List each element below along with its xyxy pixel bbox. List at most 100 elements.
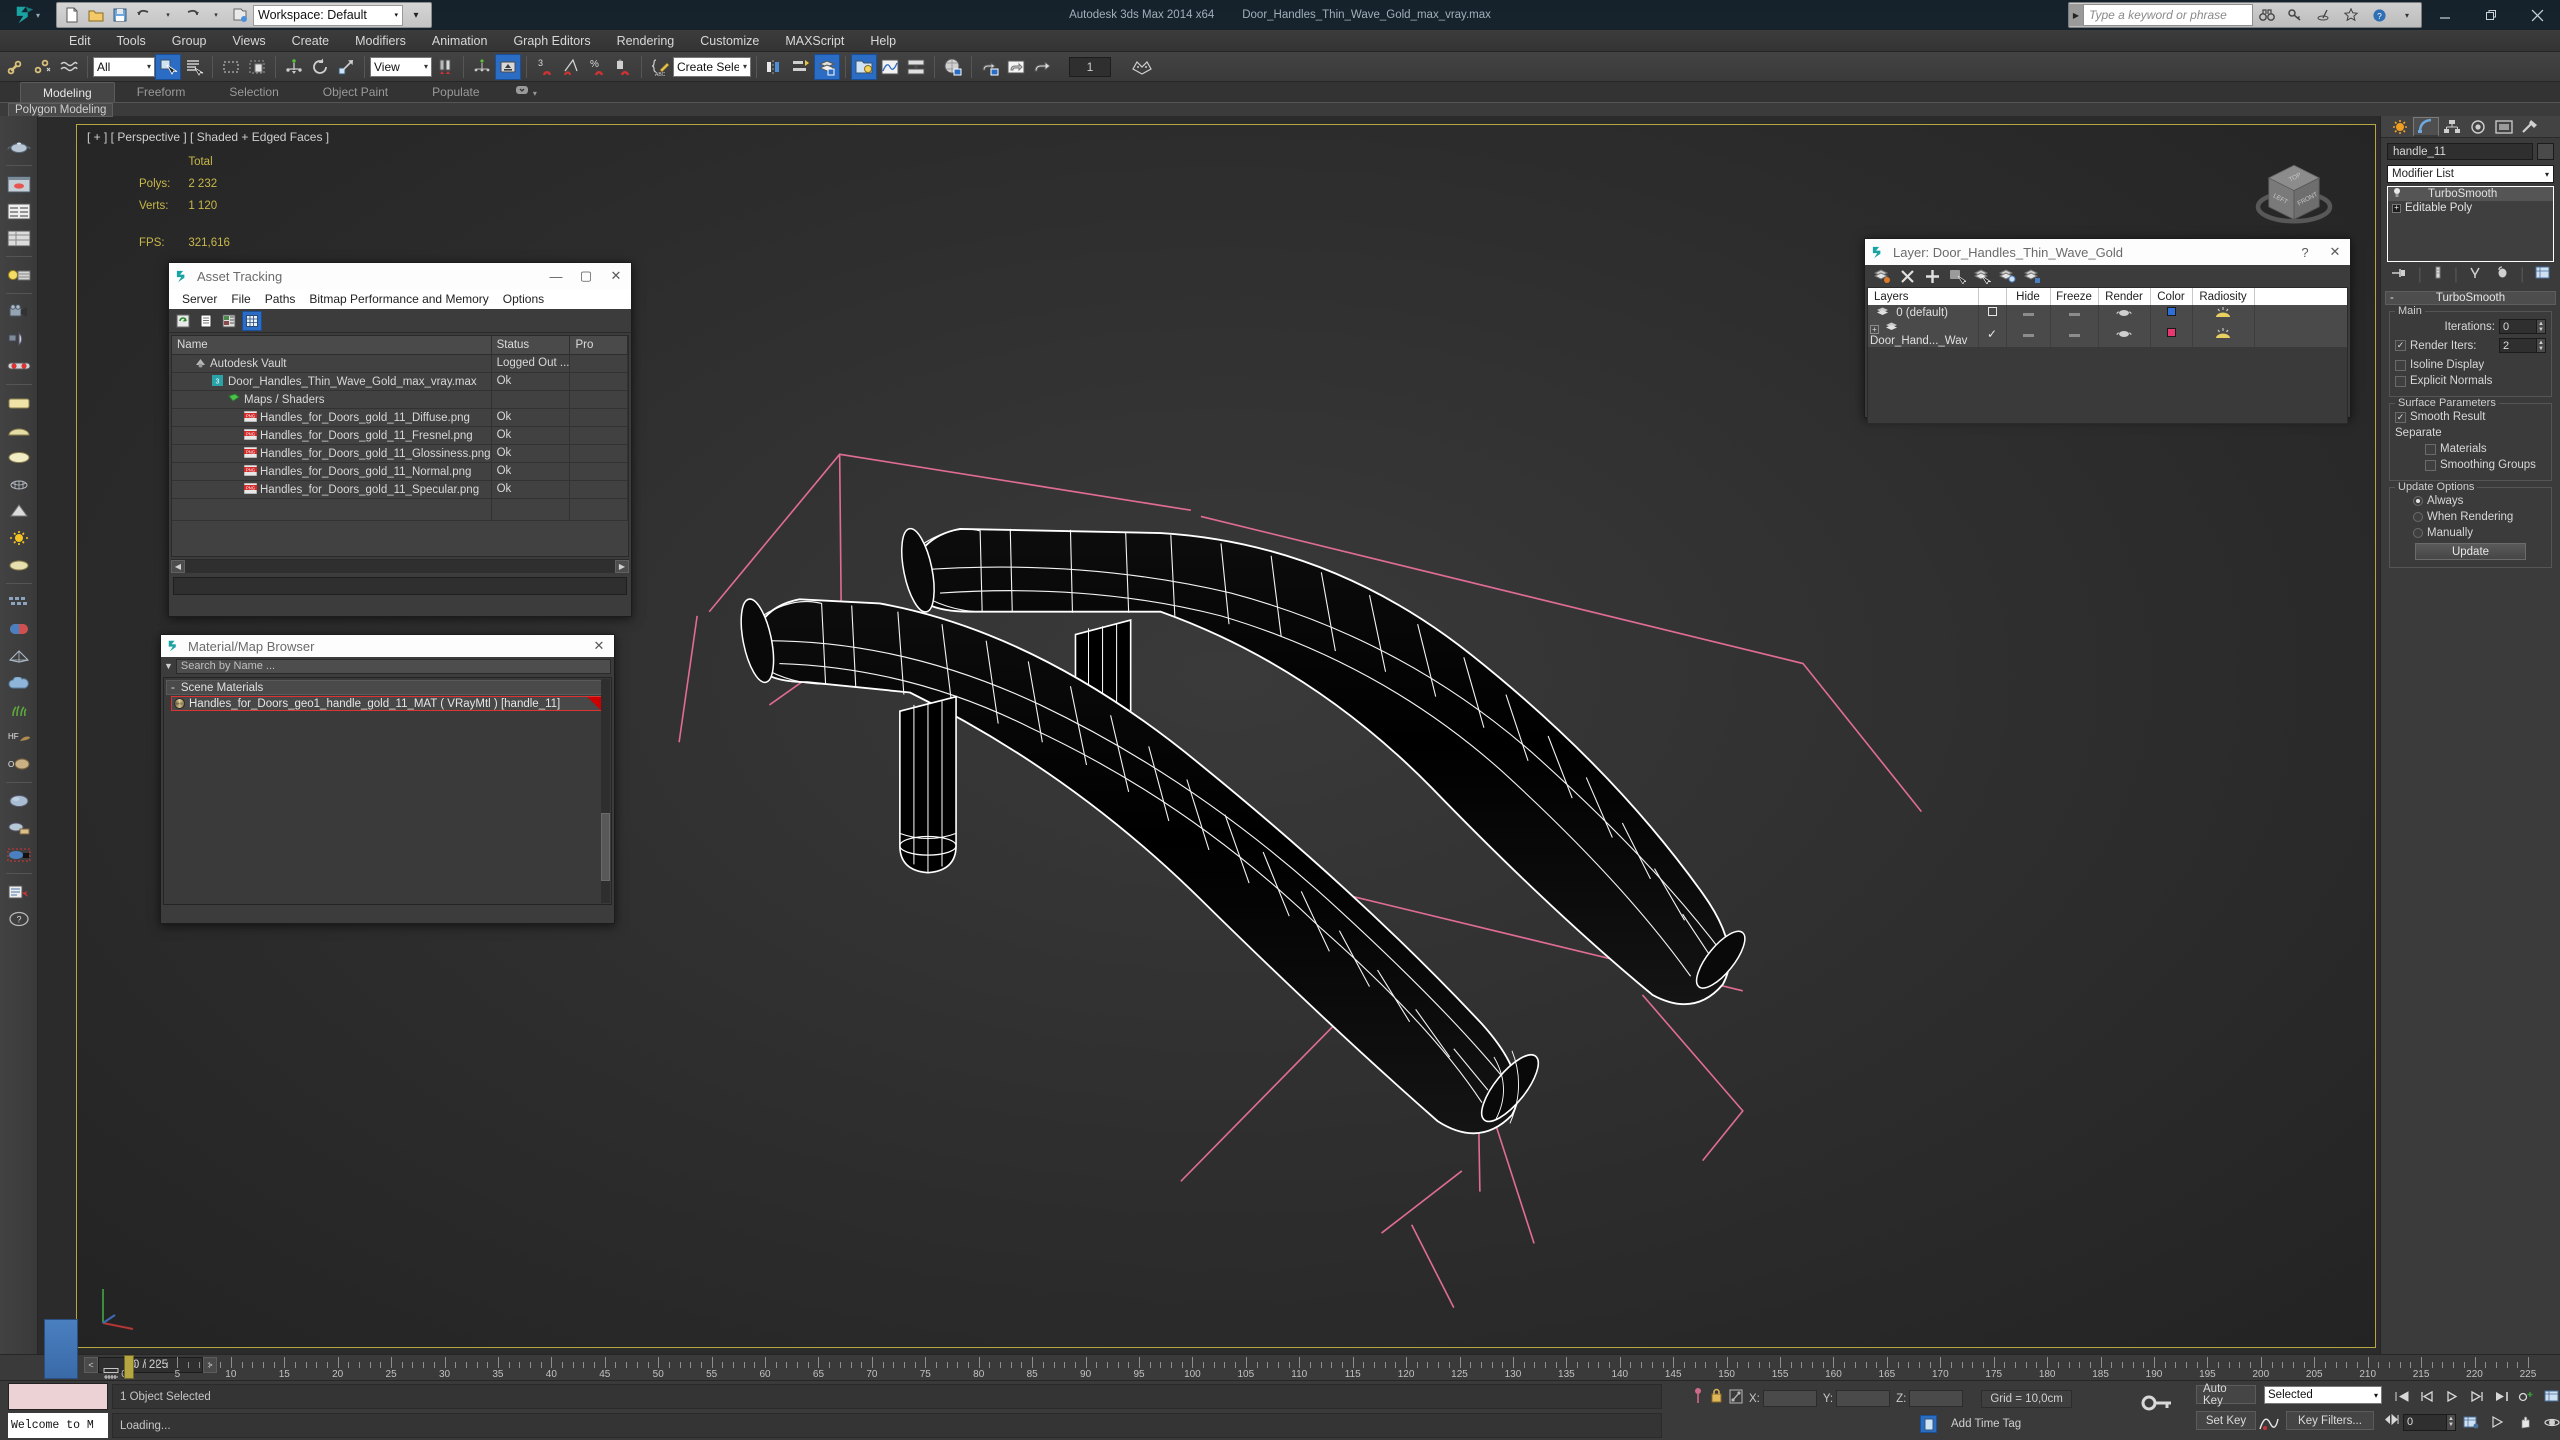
spinner-snap-icon[interactable] xyxy=(610,54,636,80)
undo-dropdown-icon[interactable]: ▾ xyxy=(157,5,179,25)
hierarchy-tab[interactable] xyxy=(2439,117,2465,137)
search-input[interactable]: Type a keyword or phrase xyxy=(2083,4,2253,26)
cone-icon[interactable] xyxy=(4,498,34,524)
play-icon[interactable] xyxy=(2440,1385,2464,1407)
material-search-input[interactable]: Search by Name ... xyxy=(175,658,611,674)
list-view-icon[interactable] xyxy=(4,198,34,224)
angle-snap-icon[interactable] xyxy=(558,54,584,80)
view-cube[interactable]: TOP LEFT FRONT xyxy=(2249,151,2339,241)
array-icon[interactable] xyxy=(4,589,34,615)
turbosmooth-rollout-header[interactable]: - TurboSmooth xyxy=(2385,291,2556,305)
viewport-image-icon[interactable] xyxy=(4,171,34,197)
ellipse-icon[interactable] xyxy=(4,444,34,470)
lock-selection-icon[interactable] xyxy=(1710,1388,1723,1409)
table-row[interactable]: PNG Handles_for_Doors_gold_11_Specular.pn… xyxy=(172,480,628,499)
oxygen-icon[interactable]: O xyxy=(4,751,34,777)
save-file-icon[interactable] xyxy=(109,5,131,25)
array-count-field[interactable]: 1 xyxy=(1069,56,1111,77)
select-and-move-icon[interactable] xyxy=(281,54,307,80)
maxscript-listener-text[interactable]: Welcome to M xyxy=(8,1413,108,1438)
render-iters-checkbox[interactable]: ✓ xyxy=(2395,340,2406,351)
ribbon-tab-populate[interactable]: Populate xyxy=(410,82,501,102)
select-highlighted-icon[interactable] xyxy=(1973,267,1991,285)
asset-tracking-maximize-button[interactable]: ▢ xyxy=(571,263,601,289)
menu-item-edit[interactable]: Edit xyxy=(56,30,104,52)
time-slider-handle[interactable] xyxy=(124,1355,134,1379)
sun-icon[interactable] xyxy=(4,525,34,551)
capsule-icon[interactable] xyxy=(4,616,34,642)
rectangular-region-icon[interactable] xyxy=(218,54,244,80)
layer-col-current[interactable] xyxy=(1978,288,2007,305)
mirror-icon[interactable] xyxy=(762,54,788,80)
table-row[interactable]: PNG Handles_for_Doors_gold_11_Glossiness.… xyxy=(172,444,628,463)
asset-tracking-dialog[interactable]: Asset Tracking — ▢ ✕ Server File Paths B… xyxy=(168,262,632,617)
menu-item-graph-editors[interactable]: Graph Editors xyxy=(500,30,603,52)
menu-item-animation[interactable]: Animation xyxy=(419,30,501,52)
smooth-result-checkbox[interactable]: ✓ xyxy=(2395,411,2406,423)
snap-toggle-icon[interactable]: 3 xyxy=(532,54,558,80)
subscription-key-icon[interactable] xyxy=(2281,3,2309,27)
layer-hide-cell[interactable] xyxy=(2006,321,2051,347)
menu-item-maxscript[interactable]: MAXScript xyxy=(772,30,857,52)
key-mode-icon[interactable] xyxy=(2515,1385,2539,1407)
add-selection-icon[interactable] xyxy=(1923,267,1941,285)
help-icon[interactable]: ? xyxy=(2365,3,2393,27)
workspace-selector[interactable]: Workspace: Default ▾ xyxy=(253,4,403,26)
sphere-icon[interactable] xyxy=(4,788,34,814)
plus-box-icon[interactable]: + xyxy=(2392,203,2401,213)
asset-menu-options[interactable]: Options xyxy=(496,292,551,306)
menu-item-customize[interactable]: Customize xyxy=(687,30,772,52)
menu-item-group[interactable]: Group xyxy=(159,30,220,52)
select-object-icon[interactable] xyxy=(155,53,181,80)
table-view-icon[interactable] xyxy=(4,225,34,251)
window-close-button[interactable] xyxy=(2514,0,2560,30)
layer-row[interactable]: + Door_Hand..._Wav ✓ xyxy=(1868,321,2347,347)
layer-hide-cell[interactable] xyxy=(2006,305,2051,321)
asset-tracking-minimize-button[interactable]: — xyxy=(541,263,571,289)
window-crossing-icon[interactable] xyxy=(244,54,270,80)
material-entry[interactable]: Handles_for_Doors_geo1_handle_gold_11_MA… xyxy=(171,696,608,711)
ribbon-tab-modeling[interactable]: Modeling xyxy=(20,82,115,102)
window-restore-button[interactable] xyxy=(2468,0,2514,30)
teapot-icon[interactable] xyxy=(4,134,34,160)
layer-freeze-cell[interactable] xyxy=(2050,305,2099,321)
key-prev-next-icon[interactable] xyxy=(2382,1413,2400,1431)
material-browser-body[interactable]: - Scene Materials Handles_for_Doors_geo1… xyxy=(163,677,612,905)
infocenter-expand-icon[interactable]: ▶ xyxy=(2069,4,2083,26)
remove-modifier-icon[interactable] xyxy=(2496,266,2509,284)
material-map-browser-dialog[interactable]: Material/Map Browser ✕ ▼ Search by Name … xyxy=(160,634,615,924)
align-icon[interactable] xyxy=(788,54,814,80)
maxscript-mini-listener-pane[interactable] xyxy=(8,1383,108,1410)
set-key-filter-icon[interactable] xyxy=(2258,1411,2280,1438)
disc-icon[interactable] xyxy=(4,552,34,578)
cloud-icon[interactable] xyxy=(4,670,34,696)
undo-icon[interactable] xyxy=(133,5,155,25)
set-key-button[interactable]: Set Key xyxy=(2196,1411,2256,1430)
rendered-frame-window-icon[interactable] xyxy=(1003,54,1029,80)
layer-col-render[interactable]: Render xyxy=(2098,288,2151,305)
hide-unselected-icon[interactable] xyxy=(2023,267,2041,285)
table-row[interactable]: PNG Handles_for_Doors_gold_11_Fresnel.png… xyxy=(172,426,628,445)
object-name-field[interactable]: handle_11 xyxy=(2387,143,2533,160)
workspace-menu-icon[interactable]: ▾ xyxy=(405,5,427,25)
modifier-list-dropdown[interactable]: Modifier List ▾ xyxy=(2387,165,2554,183)
scroll-right-icon[interactable]: ▶ xyxy=(615,560,629,573)
list-icon[interactable] xyxy=(196,311,216,331)
create-tab[interactable] xyxy=(2387,117,2413,137)
delete-layer-icon[interactable] xyxy=(1898,267,1916,285)
selection-filter[interactable]: All ▾ xyxy=(93,56,155,77)
material-editor-icon[interactable] xyxy=(940,54,966,80)
material-browser-scrollbar[interactable] xyxy=(601,679,610,903)
iterations-value[interactable]: 0 xyxy=(2499,319,2537,334)
layer-color-cell[interactable] xyxy=(2150,305,2193,321)
scene-materials-group[interactable]: - Scene Materials xyxy=(166,680,609,695)
toggle-scene-explorer-icon[interactable] xyxy=(851,53,877,80)
layer-dialog-close-button[interactable]: ✕ xyxy=(2320,239,2350,265)
object-color-swatch[interactable] xyxy=(2537,143,2554,160)
previous-frame-icon[interactable] xyxy=(2415,1385,2439,1407)
use-transform-center-icon[interactable] xyxy=(495,53,521,80)
material-browser-titlebar[interactable]: Material/Map Browser ✕ xyxy=(161,635,614,657)
use-pivot-center-icon[interactable] xyxy=(432,54,458,80)
render-frame-window-toggle-icon[interactable] xyxy=(1129,54,1155,80)
table-row[interactable]: Maps / Shaders xyxy=(172,390,628,409)
